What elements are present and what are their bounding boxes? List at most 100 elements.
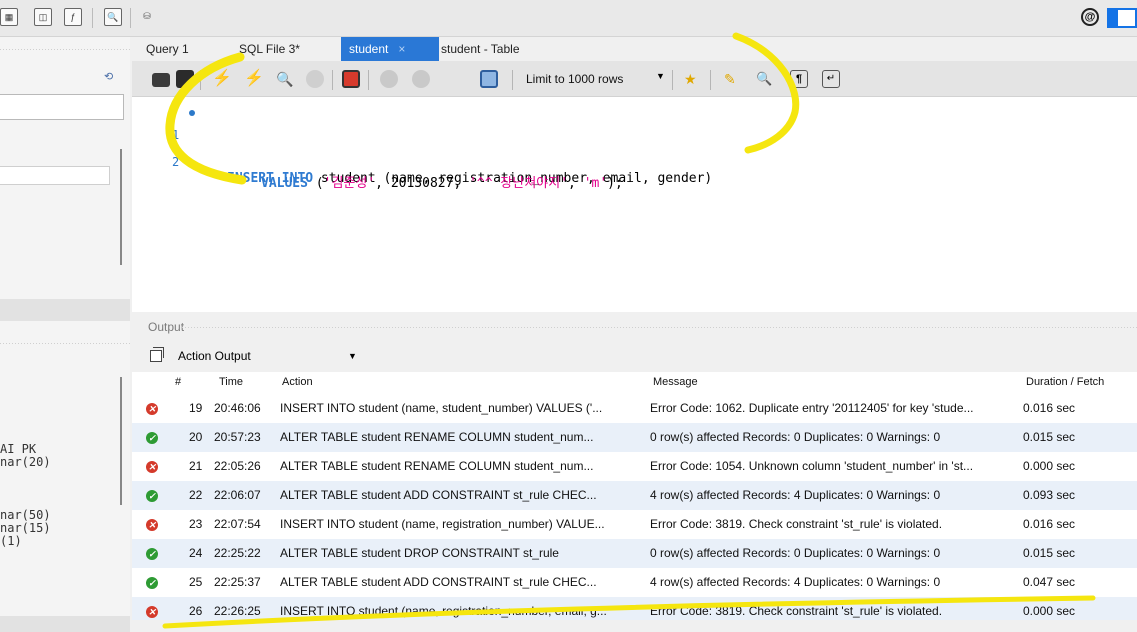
rollback-icon[interactable] [412,70,430,88]
row-action: ALTER TABLE student ADD CONSTRAINT st_ru… [280,488,597,502]
information-scrollbar[interactable] [120,377,122,505]
row-number: 24 [189,546,203,560]
information-header [0,333,130,353]
row-duration: 0.015 sec [1023,430,1076,444]
column-header-action[interactable]: Action [282,376,313,388]
tab-label: Query 1 [146,42,189,56]
keyword: VALUES [261,176,308,191]
table-row[interactable]: ✓ 20 20:57:23 ALTER TABLE student RENAME… [132,423,1137,452]
column-fragment: nar(20) [0,455,51,469]
error-icon: ✕ [146,403,158,415]
row-number: 21 [189,459,203,473]
row-message: Error Code: 1062. Duplicate entry '20112… [650,401,974,415]
navigator-field[interactable] [0,166,110,185]
panel-toggle-icon[interactable] [1107,8,1137,28]
string-literal: '김준성' [323,176,376,191]
invisible-chars-icon[interactable]: ¶ [790,70,808,88]
execute-icon[interactable]: ⚡ [212,70,232,88]
inspect-icon[interactable]: 🔍 [104,8,122,26]
copy-icon[interactable] [150,347,164,362]
toggle-error-icon[interactable] [342,70,360,88]
table-row[interactable]: ✕ 19 20:46:06 INSERT INTO student (name,… [132,394,1137,423]
row-action: INSERT INTO student (name, student_numbe… [280,401,603,415]
database-reconnect-icon[interactable]: ⛁ [138,8,156,26]
find-icon[interactable]: 🔍 [756,70,774,88]
row-message: 4 row(s) affected Records: 4 Duplicates:… [650,488,941,502]
tab-label: student [349,42,389,56]
beautify-icon[interactable]: ✎ [724,70,742,88]
stop-icon[interactable] [306,70,324,88]
table-row[interactable]: ✓ 22 22:06:07 ALTER TABLE student ADD CO… [132,481,1137,510]
string-literal: '^^ 장난쳐야지' [469,176,569,191]
limit-rows-select[interactable]: Limit to 1000 rows [526,69,623,89]
error-icon: ✕ [146,606,158,618]
statement-marker-icon [189,110,195,116]
output-footer [132,620,1137,632]
code-punct: , 20130827, [375,176,470,191]
column-fragment: (1) [0,534,22,548]
sql-code-editor[interactable]: 1 INSERT INTO student (name, registratio… [132,97,1137,312]
navigator-scrollbar[interactable] [120,149,122,265]
tab-student[interactable]: student × [341,37,439,61]
row-duration: 0.093 sec [1023,488,1076,502]
row-number: 20 [189,430,203,444]
row-action: ALTER TABLE student RENAME COLUMN studen… [280,459,594,473]
create-function-icon[interactable]: ƒ [64,8,82,26]
row-duration: 0.000 sec [1023,459,1076,473]
close-icon[interactable]: × [398,37,420,61]
word-wrap-icon[interactable]: ↵ [822,70,840,88]
commit-icon[interactable] [380,70,398,88]
toolbar-separator [200,70,201,90]
toolbar-separator [332,70,333,90]
schema-filter-input[interactable] [0,94,124,120]
save-icon[interactable] [176,70,194,88]
table-row[interactable]: ✕ 21 22:05:26 ALTER TABLE student RENAME… [132,452,1137,481]
column-fragment: AI PK [0,442,37,456]
table-row[interactable]: ✕ 23 22:07:54 INSERT INTO student (name,… [132,510,1137,539]
row-action: ALTER TABLE student ADD CONSTRAINT st_ru… [280,575,597,589]
add-snippet-icon[interactable]: ★ [684,70,702,88]
row-message: Error Code: 3819. Check constraint 'st_r… [650,517,943,531]
create-view-icon[interactable]: ◫ [34,8,52,26]
row-time: 22:07:54 [214,517,261,531]
navigator-footer [0,616,130,632]
chevron-down-icon[interactable]: ▼ [656,71,665,81]
navigator-pane: ⟲ AI PK nar(20) nar(50) nar(15) (1) [0,37,130,632]
error-icon: ✕ [146,519,158,531]
toolbar-separator [672,70,673,90]
column-header-number[interactable]: # [175,376,181,388]
column-header-message[interactable]: Message [653,376,698,388]
code-line[interactable]: 2 VALUES ('김준성', 20130827, '^^ 장난쳐야지', '… [132,129,1137,191]
divider [182,327,1137,328]
success-icon: ✓ [146,548,158,560]
line-number: 2 [172,155,180,169]
column-header-duration[interactable]: Duration / Fetch [1026,376,1104,388]
toolbar-separator [92,8,93,28]
code-punct: ( [307,176,324,191]
autocommit-icon[interactable] [480,70,498,88]
open-folder-icon[interactable] [152,73,170,87]
code-text: VALUES ('김준성', 20130827, '^^ 장난쳐야지', 'm'… [261,173,623,195]
column-header-time[interactable]: Time [219,376,243,388]
output-type-select[interactable]: Action Output [178,349,251,363]
table-row[interactable]: ✓ 25 22:25:37 ALTER TABLE student ADD CO… [132,568,1137,597]
navigator-divider [0,299,130,321]
toolbar-separator [368,70,369,90]
tab-student-table[interactable]: student - Table [441,37,520,61]
explain-icon[interactable]: 🔍 [276,70,294,88]
row-message: 0 row(s) affected Records: 0 Duplicates:… [650,430,941,444]
code-line[interactable]: 1 INSERT INTO student (name, registratio… [132,102,1137,186]
execute-current-icon[interactable]: ⚡ [244,70,264,88]
row-message: 0 row(s) affected Records: 0 Duplicates:… [650,546,941,560]
tab-sql-file-3[interactable]: SQL File 3* [239,37,300,61]
row-time: 20:46:06 [214,401,261,415]
chevron-down-icon[interactable]: ▼ [348,351,357,361]
table-row[interactable]: ✓ 24 22:25:22 ALTER TABLE student DROP C… [132,539,1137,568]
row-time: 22:06:07 [214,488,261,502]
tab-query-1[interactable]: Query 1 [146,37,189,61]
at-sign-icon[interactable]: @ [1081,8,1099,26]
table-icon[interactable]: ▦ [0,8,18,26]
refresh-icon[interactable]: ⟲ [104,70,113,83]
row-number: 25 [189,575,203,589]
output-title: Output [148,320,185,334]
